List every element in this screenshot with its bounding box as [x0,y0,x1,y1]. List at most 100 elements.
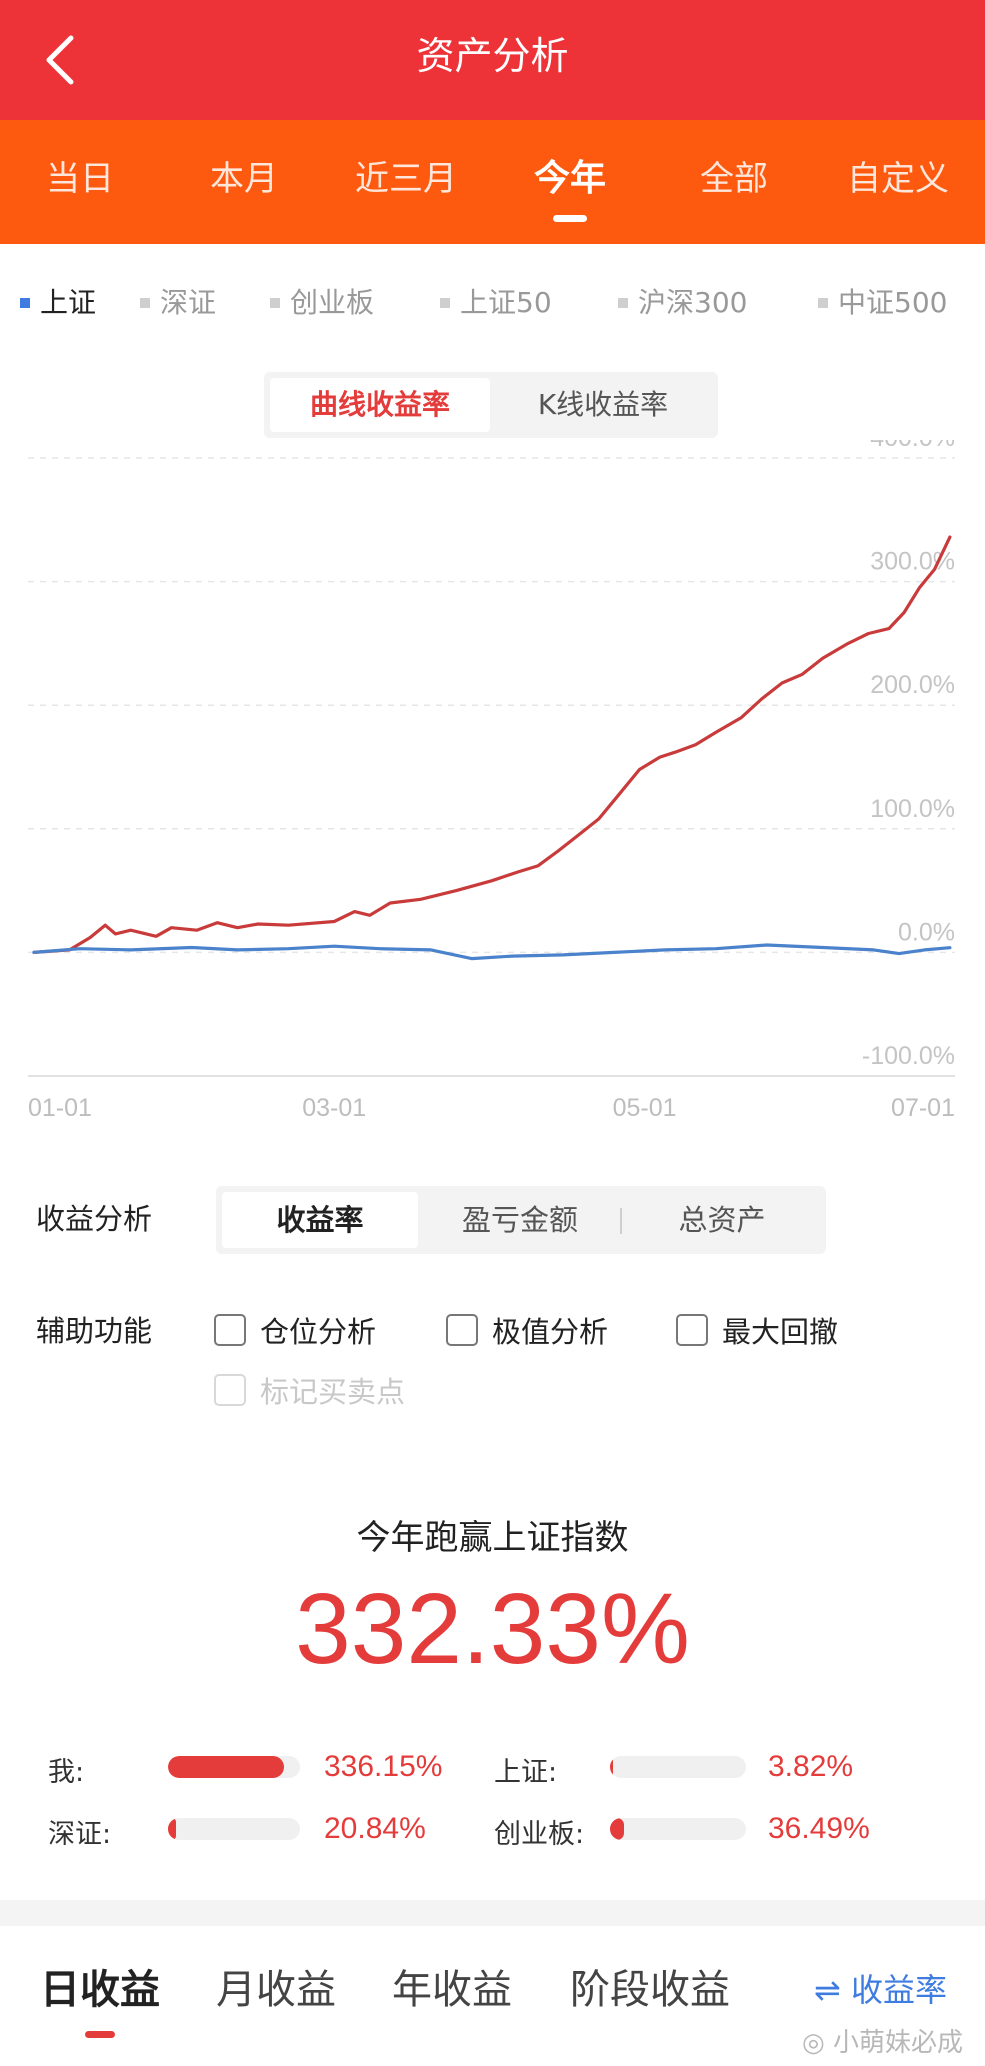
compare-bar-shanghai [610,1756,746,1778]
tab-last-three-months[interactable]: 近三月 [346,120,466,244]
total-assets-tab[interactable]: 总资产 [624,1192,820,1248]
compare-bar-fill [610,1818,624,1840]
y-tick-label: 400.0% [870,440,955,452]
compare-bar-shenzhen [168,1818,300,1840]
x-tick-label: 01-01 [28,1094,92,1122]
period-tabs: 当日 本月 近三月 今年 全部 自定义 [0,120,985,244]
compare-label-shanghai: 上证: [494,1757,558,1788]
index-label: 上证50 [460,286,552,319]
index-label: 深证 [160,286,217,319]
tab-label: 年收益 [392,1967,512,2013]
tab-yearly-return[interactable]: 年收益 [392,1950,512,2030]
max-drawdown-checkbox[interactable]: 最大回撤 [676,1306,838,1354]
index-label: 沪深300 [638,286,748,319]
tab-indicator [553,215,587,222]
tab-today[interactable]: 当日 [22,120,138,244]
watermark-text: 小萌妹必成 [832,2028,963,2058]
tab-label: 近三月 [355,159,457,199]
x-tick-label: 07-01 [891,1094,955,1122]
y-tick-label: 0.0% [898,918,955,946]
aux-label: 辅助功能 [36,1314,153,1348]
tab-label: 日收益 [40,1967,160,2013]
chart-series [32,535,952,961]
index-csi500[interactable]: 中证500 [818,270,947,336]
legend-square-icon [270,298,280,308]
x-tick-label: 03-01 [302,1094,366,1122]
extreme-analysis-checkbox[interactable]: 极值分析 [446,1306,608,1354]
tab-this-month[interactable]: 本月 [186,120,302,244]
index-shanghai[interactable]: 上证 [20,270,96,336]
compare-value-chinext: 36.49% [768,1812,870,1845]
swap-icon: ⇌ [814,1971,851,2009]
legend-square-icon [818,298,828,308]
outperform-label: 今年跑赢上证指数 [356,1518,629,1558]
watermark: ◎ 小萌妹必成 [802,2022,963,2059]
compare-value-me: 336.15% [324,1750,443,1783]
compare-bar-fill [610,1756,613,1778]
index-sse50[interactable]: 上证50 [440,270,552,336]
switch-label: 收益率 [850,1971,947,2009]
checkbox-icon [446,1314,478,1346]
return-rate-tab[interactable]: 收益率 [222,1192,418,1248]
y-axis-ticks: 400.0%300.0%200.0%100.0%0.0%-100.0% [862,440,955,1070]
tab-label: 当日 [46,159,114,199]
section-separator [0,1900,985,1926]
chart-grid [28,457,955,1077]
tab-label: 月收益 [216,1967,336,2013]
analysis-tabs: 收益率 盈亏金额 总资产 [216,1186,826,1254]
curve-return-button[interactable]: 曲线收益率 [270,378,490,432]
compare-bar-fill [168,1818,176,1840]
tab-custom[interactable]: 自定义 [838,120,958,244]
x-tick-label: 05-01 [613,1094,677,1122]
compare-bar-me [168,1756,300,1778]
compare-value-shenzhen: 20.84% [324,1812,426,1845]
tab-all[interactable]: 全部 [676,120,792,244]
tab-indicator [85,2031,115,2038]
my-return-line [32,535,952,955]
tab-label: 自定义 [847,159,949,199]
chart-mode-toggle: 曲线收益率 K线收益率 [264,372,718,438]
return-chart: 400.0%300.0%200.0%100.0%0.0%-100.0% 01-0… [28,440,955,1122]
index-chinext[interactable]: 创业板 [270,270,374,336]
position-analysis-checkbox[interactable]: 仓位分析 [214,1306,376,1354]
index-shenzhen[interactable]: 深证 [140,270,216,336]
checkbox-icon [214,1374,246,1406]
checkbox-label: 极值分析 [492,1315,609,1349]
top-bar: 资产分析 [0,0,985,120]
pnl-amount-tab[interactable]: 盈亏金额 [422,1192,618,1248]
mark-trades-checkbox[interactable]: 标记买卖点 [214,1366,405,1414]
tab-label: 今年 [533,158,606,199]
checkbox-label: 仓位分析 [260,1315,377,1349]
checkbox-label: 标记买卖点 [260,1375,406,1409]
x-axis-ticks: 01-01 03-01 05-01 07-01 [28,1094,955,1122]
y-tick-label: 100.0% [870,795,955,823]
index-label: 上证 [40,286,97,319]
index-label: 中证500 [838,286,948,319]
legend-square-icon [440,298,450,308]
checkbox-icon [214,1314,246,1346]
compare-label-chinext: 创业板: [494,1819,585,1850]
kline-return-button[interactable]: K线收益率 [494,378,712,432]
index-selector: 上证 深证 创业板 上证50 沪深300 中证500 [0,270,985,336]
tab-daily-return[interactable]: 日收益 [40,1950,160,2038]
checkbox-icon [676,1314,708,1346]
tab-monthly-return[interactable]: 月收益 [216,1950,336,2030]
switch-metric-button[interactable]: ⇌ 收益率 [814,1955,947,2025]
compare-label-me: 我: [48,1757,85,1788]
y-tick-label: -100.0% [862,1042,955,1070]
outperform-value: 332.33% [295,1573,690,1685]
compare-label-shenzhen: 深证: [48,1819,112,1850]
weibo-icon: ◎ [802,2028,833,2058]
compare-bar-fill [168,1756,285,1778]
y-tick-label: 200.0% [870,671,955,699]
index-label: 创业板 [290,286,375,319]
tab-label: 全部 [700,159,768,199]
tab-period-return[interactable]: 阶段收益 [570,1950,730,2030]
analysis-label: 收益分析 [36,1202,153,1236]
checkbox-label: 最大回撤 [722,1315,839,1349]
tab-label: 阶段收益 [570,1967,730,2013]
index-csi300[interactable]: 沪深300 [618,270,747,336]
tab-this-year[interactable]: 今年 [512,120,628,244]
legend-square-icon [618,298,628,308]
compare-bar-chinext [610,1818,746,1840]
